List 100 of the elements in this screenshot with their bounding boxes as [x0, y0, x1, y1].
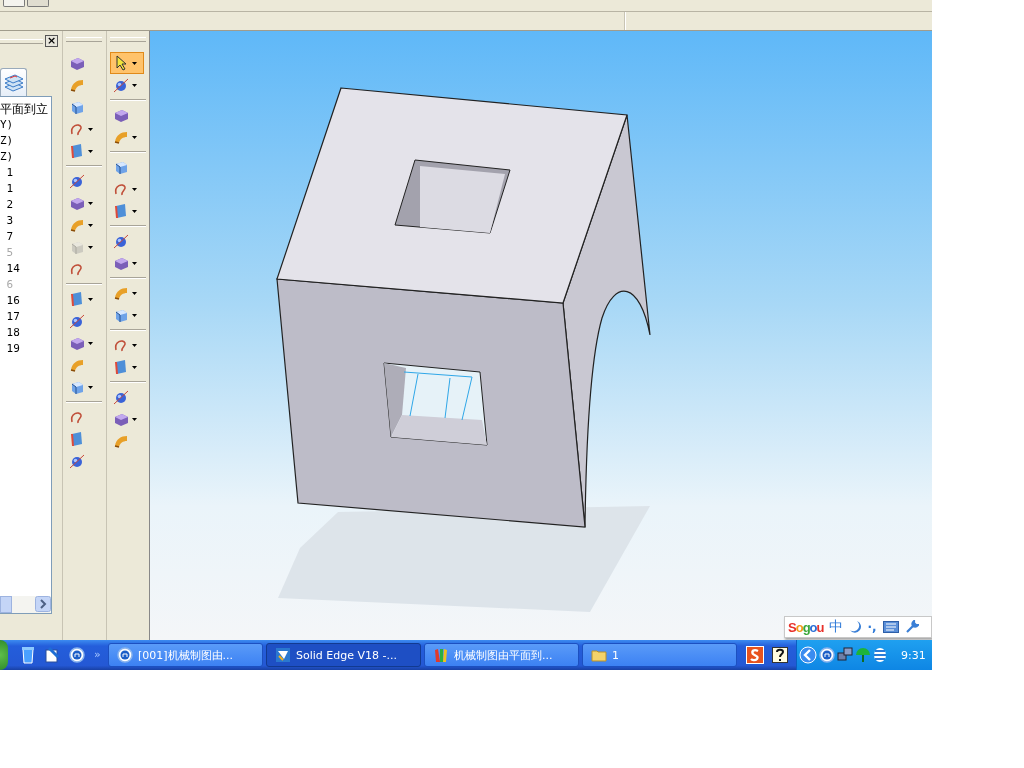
- toolbar-button[interactable]: [3, 0, 25, 7]
- curve-icon: [113, 337, 129, 353]
- cube-icon: [69, 239, 85, 255]
- shell-icon: [69, 217, 85, 233]
- caret-icon: [132, 291, 137, 295]
- toolbar-button[interactable]: [27, 0, 49, 7]
- layers-tab[interactable]: [0, 68, 27, 96]
- scrollbar[interactable]: [0, 596, 51, 613]
- 3d-viewport[interactable]: Sogou 中 ·,: [150, 31, 932, 640]
- shell-icon: [113, 129, 129, 145]
- block-icon: [69, 55, 85, 71]
- shell-icon: [69, 77, 85, 93]
- tree-item[interactable]: 19: [0, 341, 51, 357]
- block-icon: [69, 195, 85, 211]
- caret-icon: [132, 417, 137, 421]
- sheet-icon: [69, 143, 85, 159]
- sheet-icon: [69, 431, 85, 447]
- caret-icon: [132, 261, 137, 265]
- sheet-icon: [113, 203, 129, 219]
- tree-item[interactable]: 1: [0, 181, 51, 197]
- tree-item[interactable]: 17: [0, 309, 51, 325]
- block-icon: [113, 411, 129, 427]
- tree-item[interactable]: 18: [0, 325, 51, 341]
- sphere-icon: [69, 453, 85, 469]
- pencils-icon: [433, 647, 449, 663]
- caret-icon: [132, 83, 137, 87]
- cube-icon: [113, 307, 129, 323]
- curve-icon: [69, 261, 85, 277]
- tree-item[interactable]: 7: [0, 229, 51, 245]
- tree-item[interactable]: 3: [0, 213, 51, 229]
- network-icon[interactable]: [837, 647, 853, 663]
- overflow-button[interactable]: »: [94, 648, 101, 661]
- tree-item[interactable]: 平面到立: [0, 101, 51, 117]
- recycle-bin-icon[interactable]: [21, 646, 35, 664]
- layers-icon: [2, 72, 25, 93]
- browser-icon[interactable]: [819, 647, 835, 663]
- sphere-icon: [69, 173, 85, 189]
- sogou-logo: Sogou: [788, 619, 824, 635]
- block-icon: [113, 255, 129, 271]
- shell-icon: [113, 285, 129, 301]
- caret-icon: [88, 341, 93, 345]
- caret-icon: [88, 127, 93, 131]
- wrench-icon[interactable]: [904, 620, 919, 634]
- sphere-icon: [69, 313, 85, 329]
- input-mode-toggle[interactable]: 中: [829, 618, 844, 636]
- caret-icon: [132, 135, 137, 139]
- sphere-icon: [113, 77, 129, 93]
- block-icon: [113, 107, 129, 123]
- umbrella-icon[interactable]: [855, 647, 871, 663]
- caret-icon: [88, 223, 93, 227]
- curve-icon: [113, 181, 129, 197]
- tree-item[interactable]: Y): [0, 117, 51, 133]
- cube-icon: [69, 379, 85, 395]
- show-hidden-icons[interactable]: [799, 646, 817, 664]
- start-button[interactable]: [0, 640, 8, 670]
- caret-icon: [88, 201, 93, 205]
- block-icon: [69, 335, 85, 351]
- caret-icon: [132, 365, 137, 369]
- help-icon[interactable]: [772, 647, 788, 663]
- pointer-icon: [113, 55, 129, 71]
- cube-icon: [69, 99, 85, 115]
- app-icon: [275, 647, 291, 663]
- tree-item[interactable]: Z): [0, 133, 51, 149]
- tool-button[interactable]: [110, 52, 144, 74]
- caret-icon: [132, 61, 137, 65]
- folder-icon: [591, 647, 607, 663]
- moon-icon[interactable]: [849, 620, 862, 634]
- punctuation-toggle[interactable]: ·,: [867, 620, 877, 634]
- shell-icon: [69, 357, 85, 373]
- sphere-icon: [113, 233, 129, 249]
- cube-icon: [113, 159, 129, 175]
- sogou-icon[interactable]: [746, 646, 764, 664]
- caret-icon: [88, 245, 93, 249]
- shell-icon: [113, 433, 129, 449]
- tree-item[interactable]: 1: [0, 165, 51, 181]
- taskbar-button[interactable]: Solid Edge V18 -...: [266, 643, 421, 667]
- browser-icon: [117, 647, 133, 663]
- tree-item[interactable]: 16: [0, 293, 51, 309]
- caret-icon: [88, 297, 93, 301]
- keyboard-icon[interactable]: [882, 621, 899, 633]
- tree-item[interactable]: 2: [0, 197, 51, 213]
- clock: 9:31: [901, 648, 926, 662]
- scroll-right-icon[interactable]: [35, 596, 51, 612]
- browser-icon[interactable]: [69, 647, 85, 663]
- notepad-icon[interactable]: [44, 647, 60, 663]
- tree-item[interactable]: Z): [0, 149, 51, 165]
- striped-icon[interactable]: [873, 647, 887, 663]
- sheet-icon: [69, 291, 85, 307]
- sphere-icon: [113, 389, 129, 405]
- close-button[interactable]: ×: [45, 35, 58, 47]
- tree-item[interactable]: 14: [0, 261, 51, 277]
- caret-icon: [88, 149, 93, 153]
- caret-icon: [132, 187, 137, 191]
- caret-icon: [132, 313, 137, 317]
- curve-icon: [69, 409, 85, 425]
- caret-icon: [132, 343, 137, 347]
- curve-icon: [69, 121, 85, 137]
- sheet-icon: [113, 359, 129, 375]
- caret-icon: [88, 385, 93, 389]
- caret-icon: [132, 209, 137, 213]
